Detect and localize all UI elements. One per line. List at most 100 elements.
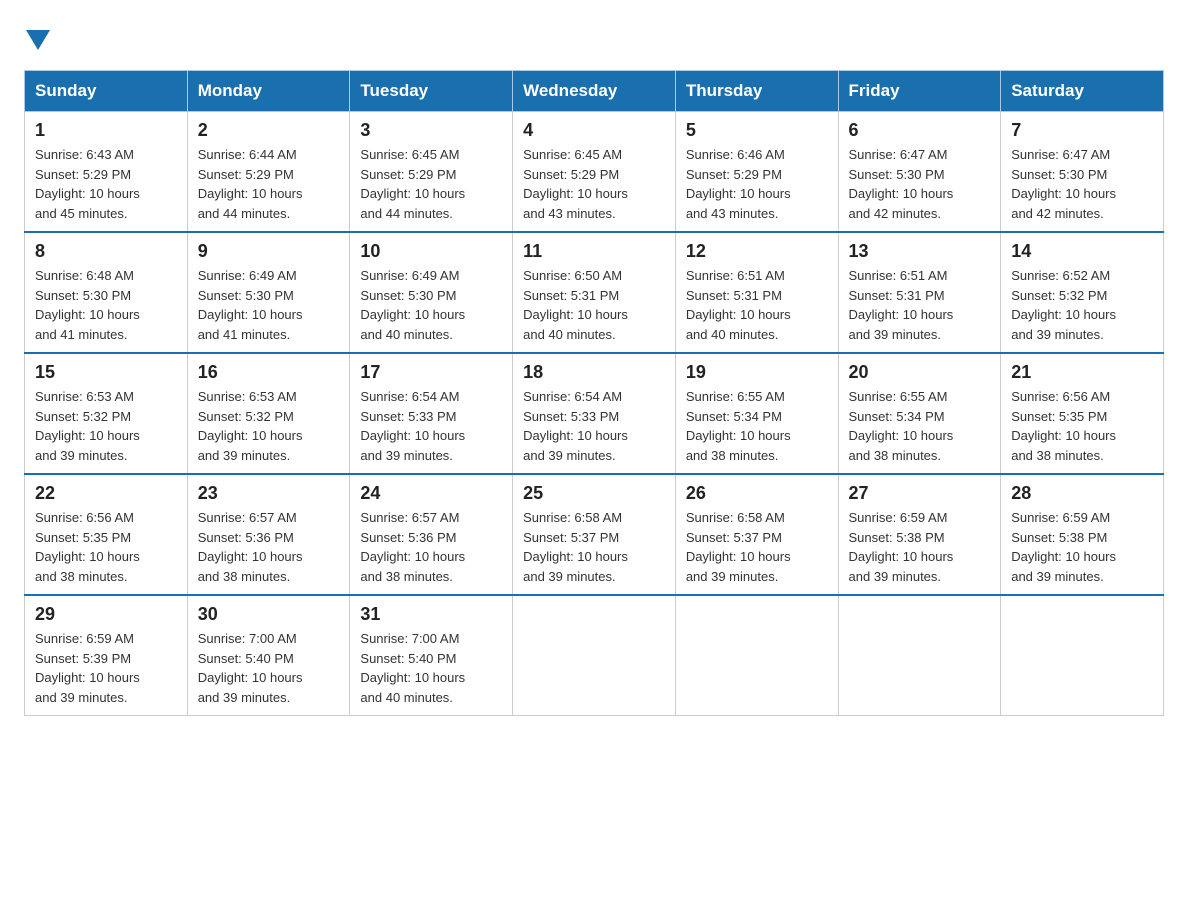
calendar-header: SundayMondayTuesdayWednesdayThursdayFrid… <box>25 71 1164 112</box>
day-number: 2 <box>198 120 340 141</box>
week-row-2: 8 Sunrise: 6:48 AMSunset: 5:30 PMDayligh… <box>25 232 1164 353</box>
day-number: 20 <box>849 362 991 383</box>
day-cell: 14 Sunrise: 6:52 AMSunset: 5:32 PMDaylig… <box>1001 232 1164 353</box>
day-number: 16 <box>198 362 340 383</box>
day-cell: 29 Sunrise: 6:59 AMSunset: 5:39 PMDaylig… <box>25 595 188 716</box>
day-number: 26 <box>686 483 828 504</box>
day-cell: 16 Sunrise: 6:53 AMSunset: 5:32 PMDaylig… <box>187 353 350 474</box>
day-info: Sunrise: 6:57 AMSunset: 5:36 PMDaylight:… <box>360 508 502 586</box>
day-cell: 18 Sunrise: 6:54 AMSunset: 5:33 PMDaylig… <box>513 353 676 474</box>
day-info: Sunrise: 6:56 AMSunset: 5:35 PMDaylight:… <box>35 508 177 586</box>
day-info: Sunrise: 6:56 AMSunset: 5:35 PMDaylight:… <box>1011 387 1153 465</box>
header-cell-wednesday: Wednesday <box>513 71 676 112</box>
day-cell: 4 Sunrise: 6:45 AMSunset: 5:29 PMDayligh… <box>513 112 676 233</box>
header-cell-monday: Monday <box>187 71 350 112</box>
day-cell: 7 Sunrise: 6:47 AMSunset: 5:30 PMDayligh… <box>1001 112 1164 233</box>
day-cell <box>513 595 676 716</box>
header-cell-sunday: Sunday <box>25 71 188 112</box>
day-info: Sunrise: 6:47 AMSunset: 5:30 PMDaylight:… <box>849 145 991 223</box>
page-header <box>24 24 1164 50</box>
day-info: Sunrise: 6:47 AMSunset: 5:30 PMDaylight:… <box>1011 145 1153 223</box>
header-cell-friday: Friday <box>838 71 1001 112</box>
day-cell: 15 Sunrise: 6:53 AMSunset: 5:32 PMDaylig… <box>25 353 188 474</box>
day-cell: 1 Sunrise: 6:43 AMSunset: 5:29 PMDayligh… <box>25 112 188 233</box>
day-info: Sunrise: 7:00 AMSunset: 5:40 PMDaylight:… <box>198 629 340 707</box>
day-cell: 8 Sunrise: 6:48 AMSunset: 5:30 PMDayligh… <box>25 232 188 353</box>
day-cell: 2 Sunrise: 6:44 AMSunset: 5:29 PMDayligh… <box>187 112 350 233</box>
week-row-3: 15 Sunrise: 6:53 AMSunset: 5:32 PMDaylig… <box>25 353 1164 474</box>
week-row-1: 1 Sunrise: 6:43 AMSunset: 5:29 PMDayligh… <box>25 112 1164 233</box>
day-cell: 17 Sunrise: 6:54 AMSunset: 5:33 PMDaylig… <box>350 353 513 474</box>
day-info: Sunrise: 6:59 AMSunset: 5:38 PMDaylight:… <box>849 508 991 586</box>
day-number: 13 <box>849 241 991 262</box>
day-number: 4 <box>523 120 665 141</box>
day-number: 18 <box>523 362 665 383</box>
day-number: 6 <box>849 120 991 141</box>
day-number: 1 <box>35 120 177 141</box>
day-info: Sunrise: 6:54 AMSunset: 5:33 PMDaylight:… <box>360 387 502 465</box>
day-info: Sunrise: 7:00 AMSunset: 5:40 PMDaylight:… <box>360 629 502 707</box>
day-number: 5 <box>686 120 828 141</box>
day-number: 24 <box>360 483 502 504</box>
day-cell: 9 Sunrise: 6:49 AMSunset: 5:30 PMDayligh… <box>187 232 350 353</box>
week-row-4: 22 Sunrise: 6:56 AMSunset: 5:35 PMDaylig… <box>25 474 1164 595</box>
day-info: Sunrise: 6:44 AMSunset: 5:29 PMDaylight:… <box>198 145 340 223</box>
day-cell: 31 Sunrise: 7:00 AMSunset: 5:40 PMDaylig… <box>350 595 513 716</box>
day-cell: 10 Sunrise: 6:49 AMSunset: 5:30 PMDaylig… <box>350 232 513 353</box>
day-cell: 13 Sunrise: 6:51 AMSunset: 5:31 PMDaylig… <box>838 232 1001 353</box>
day-cell <box>838 595 1001 716</box>
day-cell: 23 Sunrise: 6:57 AMSunset: 5:36 PMDaylig… <box>187 474 350 595</box>
header-cell-thursday: Thursday <box>675 71 838 112</box>
day-info: Sunrise: 6:58 AMSunset: 5:37 PMDaylight:… <box>523 508 665 586</box>
day-number: 22 <box>35 483 177 504</box>
day-info: Sunrise: 6:50 AMSunset: 5:31 PMDaylight:… <box>523 266 665 344</box>
logo <box>24 24 52 50</box>
header-cell-tuesday: Tuesday <box>350 71 513 112</box>
day-number: 10 <box>360 241 502 262</box>
day-cell: 6 Sunrise: 6:47 AMSunset: 5:30 PMDayligh… <box>838 112 1001 233</box>
day-number: 30 <box>198 604 340 625</box>
day-number: 14 <box>1011 241 1153 262</box>
day-info: Sunrise: 6:53 AMSunset: 5:32 PMDaylight:… <box>35 387 177 465</box>
day-cell: 24 Sunrise: 6:57 AMSunset: 5:36 PMDaylig… <box>350 474 513 595</box>
day-cell: 27 Sunrise: 6:59 AMSunset: 5:38 PMDaylig… <box>838 474 1001 595</box>
day-cell <box>1001 595 1164 716</box>
day-cell: 19 Sunrise: 6:55 AMSunset: 5:34 PMDaylig… <box>675 353 838 474</box>
day-number: 23 <box>198 483 340 504</box>
calendar-table: SundayMondayTuesdayWednesdayThursdayFrid… <box>24 70 1164 716</box>
header-cell-saturday: Saturday <box>1001 71 1164 112</box>
day-cell: 21 Sunrise: 6:56 AMSunset: 5:35 PMDaylig… <box>1001 353 1164 474</box>
day-number: 25 <box>523 483 665 504</box>
day-number: 11 <box>523 241 665 262</box>
day-info: Sunrise: 6:57 AMSunset: 5:36 PMDaylight:… <box>198 508 340 586</box>
day-info: Sunrise: 6:49 AMSunset: 5:30 PMDaylight:… <box>360 266 502 344</box>
day-info: Sunrise: 6:52 AMSunset: 5:32 PMDaylight:… <box>1011 266 1153 344</box>
day-number: 3 <box>360 120 502 141</box>
day-number: 29 <box>35 604 177 625</box>
day-number: 9 <box>198 241 340 262</box>
header-row: SundayMondayTuesdayWednesdayThursdayFrid… <box>25 71 1164 112</box>
day-info: Sunrise: 6:59 AMSunset: 5:38 PMDaylight:… <box>1011 508 1153 586</box>
day-cell: 12 Sunrise: 6:51 AMSunset: 5:31 PMDaylig… <box>675 232 838 353</box>
day-cell: 20 Sunrise: 6:55 AMSunset: 5:34 PMDaylig… <box>838 353 1001 474</box>
day-cell: 11 Sunrise: 6:50 AMSunset: 5:31 PMDaylig… <box>513 232 676 353</box>
day-cell <box>675 595 838 716</box>
day-info: Sunrise: 6:54 AMSunset: 5:33 PMDaylight:… <box>523 387 665 465</box>
day-number: 27 <box>849 483 991 504</box>
day-number: 19 <box>686 362 828 383</box>
day-cell: 25 Sunrise: 6:58 AMSunset: 5:37 PMDaylig… <box>513 474 676 595</box>
day-cell: 28 Sunrise: 6:59 AMSunset: 5:38 PMDaylig… <box>1001 474 1164 595</box>
day-info: Sunrise: 6:48 AMSunset: 5:30 PMDaylight:… <box>35 266 177 344</box>
day-info: Sunrise: 6:45 AMSunset: 5:29 PMDaylight:… <box>360 145 502 223</box>
day-info: Sunrise: 6:55 AMSunset: 5:34 PMDaylight:… <box>849 387 991 465</box>
day-info: Sunrise: 6:49 AMSunset: 5:30 PMDaylight:… <box>198 266 340 344</box>
day-number: 28 <box>1011 483 1153 504</box>
day-number: 21 <box>1011 362 1153 383</box>
logo-triangle-icon <box>26 30 50 50</box>
day-number: 8 <box>35 241 177 262</box>
day-info: Sunrise: 6:46 AMSunset: 5:29 PMDaylight:… <box>686 145 828 223</box>
day-info: Sunrise: 6:43 AMSunset: 5:29 PMDaylight:… <box>35 145 177 223</box>
day-info: Sunrise: 6:51 AMSunset: 5:31 PMDaylight:… <box>686 266 828 344</box>
day-number: 7 <box>1011 120 1153 141</box>
day-info: Sunrise: 6:45 AMSunset: 5:29 PMDaylight:… <box>523 145 665 223</box>
